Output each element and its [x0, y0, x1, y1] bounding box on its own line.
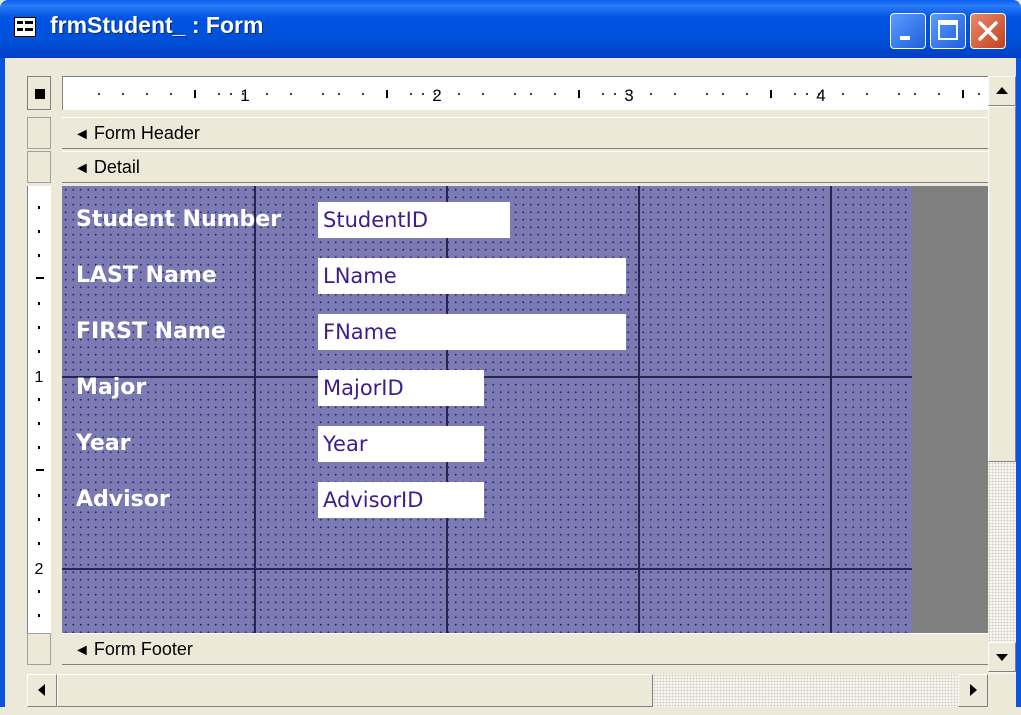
advisor-label[interactable]: Advisor: [76, 482, 170, 518]
form-view-icon: [14, 17, 36, 37]
section-arrow-icon: ◄: [74, 642, 90, 659]
header-section-selector[interactable]: [27, 117, 51, 149]
scroll-down-button[interactable]: [988, 642, 1016, 672]
detail-bar[interactable]: ◄ Detail: [62, 151, 988, 183]
form-background-area: [912, 186, 988, 633]
close-button[interactable]: [970, 13, 1006, 49]
minimize-button[interactable]: [890, 13, 926, 49]
vertical-ruler-ticks: 1 2: [35, 206, 44, 617]
form-footer-bar[interactable]: ◄ Form Footer: [62, 633, 988, 665]
horizontal-ruler[interactable]: 1 2 3 4: [62, 76, 988, 110]
grid-line: [62, 568, 912, 570]
ruler-number-1: 1: [240, 86, 249, 105]
grid-line: [830, 186, 832, 633]
scroll-left-arrow-icon: [38, 684, 45, 696]
ruler-number-4: 4: [816, 86, 825, 105]
advisorid-textbox[interactable]: AdvisorID: [318, 482, 484, 518]
year-textbox[interactable]: Year: [318, 426, 484, 462]
maximize-icon: [938, 20, 958, 40]
form-selector-icon: [35, 89, 45, 99]
form-footer-label: Form Footer: [93, 639, 193, 659]
horizontal-scroll-thumb[interactable]: [57, 674, 653, 707]
scroll-right-button[interactable]: [958, 674, 988, 707]
window-title: frmStudent_ : Form: [50, 12, 264, 38]
vruler-number-2: 2: [35, 561, 44, 578]
scroll-right-arrow-icon: [970, 684, 977, 696]
close-icon: [978, 21, 998, 41]
vertical-ruler[interactable]: 1 2: [27, 186, 51, 633]
minimize-icon: [900, 36, 910, 40]
vertical-scroll-track[interactable]: [988, 462, 1016, 642]
vertical-scroll-thumb[interactable]: [988, 106, 1016, 462]
grid-line: [62, 376, 912, 378]
scroll-up-button[interactable]: [988, 76, 1016, 106]
studentid-textbox[interactable]: StudentID: [318, 202, 510, 238]
window-frame-right: [1016, 58, 1021, 707]
year-label[interactable]: Year: [76, 426, 131, 462]
major-label[interactable]: Major: [76, 370, 146, 406]
section-arrow-icon: ◄: [74, 126, 90, 143]
majorid-textbox[interactable]: MajorID: [318, 370, 484, 406]
first-name-label[interactable]: FIRST Name: [76, 314, 226, 350]
form-header-label: Form Header: [93, 123, 200, 143]
ruler-number-2: 2: [432, 86, 441, 105]
horizontal-scroll-track[interactable]: [653, 674, 958, 707]
maximize-button[interactable]: [930, 13, 966, 49]
scroll-up-arrow-icon: [996, 87, 1008, 94]
vruler-number-1: 1: [35, 369, 44, 386]
form-selector[interactable]: [27, 76, 51, 110]
scroll-left-button[interactable]: [27, 674, 57, 707]
detail-section-selector[interactable]: [27, 151, 51, 183]
form-header-bar[interactable]: ◄ Form Header: [62, 117, 988, 149]
scroll-down-arrow-icon: [996, 654, 1008, 661]
footer-section-selector[interactable]: [27, 633, 51, 665]
title-bar[interactable]: frmStudent_ : Form: [0, 0, 1021, 58]
ruler-number-3: 3: [624, 86, 633, 105]
detail-section-grid[interactable]: Student Number StudentID LAST Name LName…: [62, 186, 912, 633]
grid-line: [638, 186, 640, 633]
last-name-label[interactable]: LAST Name: [76, 258, 217, 294]
student-number-label[interactable]: Student Number: [76, 202, 281, 238]
detail-label: Detail: [93, 157, 140, 177]
grid-line: [446, 186, 448, 633]
horizontal-ruler-ticks: 1 2 3 4: [98, 86, 980, 105]
section-arrow-icon: ◄: [74, 160, 90, 177]
lname-textbox[interactable]: LName: [318, 258, 626, 294]
fname-textbox[interactable]: FName: [318, 314, 626, 350]
grid-line: [254, 186, 256, 633]
